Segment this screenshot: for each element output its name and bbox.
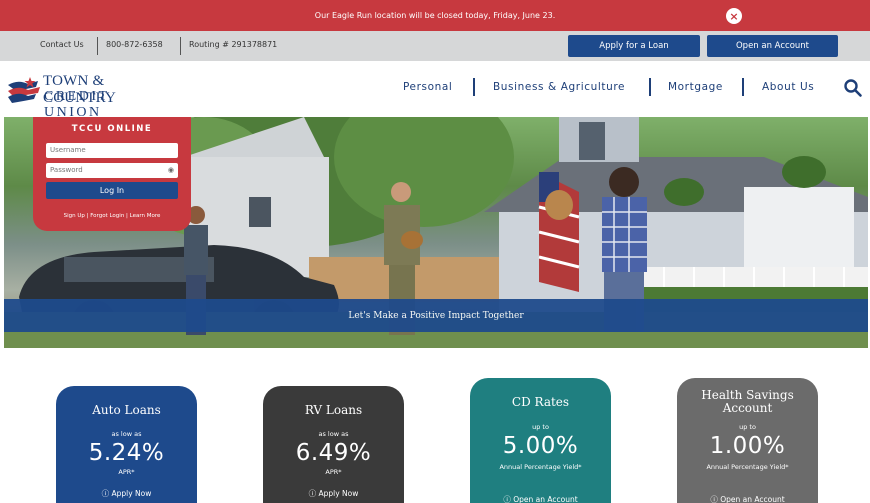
card-unit: Annual Percentage Yield* — [706, 463, 789, 471]
card-unit: Annual Percentage Yield* — [499, 463, 582, 471]
login-button[interactable]: Log In — [46, 182, 178, 199]
hsa-card[interactable]: Health Savings Account up to 1.00% Annua… — [677, 378, 818, 503]
card-unit: APR* — [118, 468, 135, 476]
card-prefix: as low as — [111, 430, 142, 438]
nav-divider — [649, 78, 651, 96]
card-prefix: as low as — [318, 430, 349, 438]
nav-mortgage[interactable]: Mortgage — [668, 81, 723, 93]
login-title: TCCU ONLINE — [71, 124, 153, 134]
nav-personal[interactable]: Personal — [403, 81, 452, 93]
open-account-link[interactable]: ⓘ Open an Account — [677, 494, 818, 503]
close-icon[interactable]: × — [726, 8, 742, 24]
login-panel: TCCU ONLINE Username Password ◉ Log In S… — [33, 117, 191, 231]
card-title: RV Loans — [304, 403, 363, 417]
auto-loans-card[interactable]: Auto Loans as low as 5.24% APR* ⓘ Apply … — [56, 386, 197, 503]
card-prefix: up to — [532, 423, 549, 431]
password-input[interactable]: Password ◉ — [46, 163, 178, 178]
card-rate: 5.00% — [502, 433, 579, 459]
phone-link[interactable]: 800-872-6358 — [106, 40, 163, 49]
apply-loan-button[interactable]: Apply for a Loan — [568, 35, 700, 57]
divider — [180, 37, 181, 55]
apply-now-link[interactable]: ⓘ Apply Now — [56, 488, 197, 499]
card-title: Auto Loans — [92, 403, 161, 417]
card-rate: 6.49% — [295, 440, 372, 466]
username-input[interactable]: Username — [46, 143, 178, 158]
nav-business[interactable]: Business & Agriculture — [493, 81, 625, 93]
card-rate: 5.24% — [88, 440, 165, 466]
rv-loans-card[interactable]: RV Loans as low as 6.49% APR* ⓘ Apply No… — [263, 386, 404, 503]
open-account-button[interactable]: Open an Account — [707, 35, 838, 57]
flag-logo-icon — [8, 77, 40, 103]
hero-tagline: Let's Make a Positive Impact Together — [4, 299, 868, 332]
alert-banner: Our Eagle Run location will be closed to… — [0, 0, 870, 31]
card-title: Health Savings Account — [701, 388, 794, 415]
eye-icon[interactable]: ◉ — [168, 163, 174, 178]
card-unit: APR* — [325, 468, 342, 476]
card-rate: 1.00% — [709, 433, 786, 459]
site-header: TOWN & COUNTRY CREDIT UNION Personal Bus… — [0, 61, 870, 120]
search-icon[interactable] — [843, 78, 863, 98]
login-links[interactable]: Sign Up | Forgot Login | Learn More — [33, 213, 191, 219]
apply-now-link[interactable]: ⓘ Apply Now — [263, 488, 404, 499]
routing-number: Routing # 291378871 — [189, 40, 278, 49]
nav-divider — [473, 78, 475, 96]
logo[interactable]: TOWN & COUNTRY CREDIT UNION — [6, 70, 171, 120]
cd-rates-card[interactable]: CD Rates up to 5.00% Annual Percentage Y… — [470, 378, 611, 503]
card-title: CD Rates — [511, 395, 570, 409]
password-placeholder: Password — [50, 166, 83, 174]
card-prefix: up to — [739, 423, 756, 431]
nav-about[interactable]: About Us — [762, 81, 814, 93]
contact-link[interactable]: Contact Us — [40, 40, 84, 49]
nav-divider — [742, 78, 744, 96]
divider — [97, 37, 98, 55]
utility-bar: Contact Us 800-872-6358 Routing # 291378… — [0, 31, 870, 61]
open-account-link[interactable]: ⓘ Open an Account — [470, 494, 611, 503]
